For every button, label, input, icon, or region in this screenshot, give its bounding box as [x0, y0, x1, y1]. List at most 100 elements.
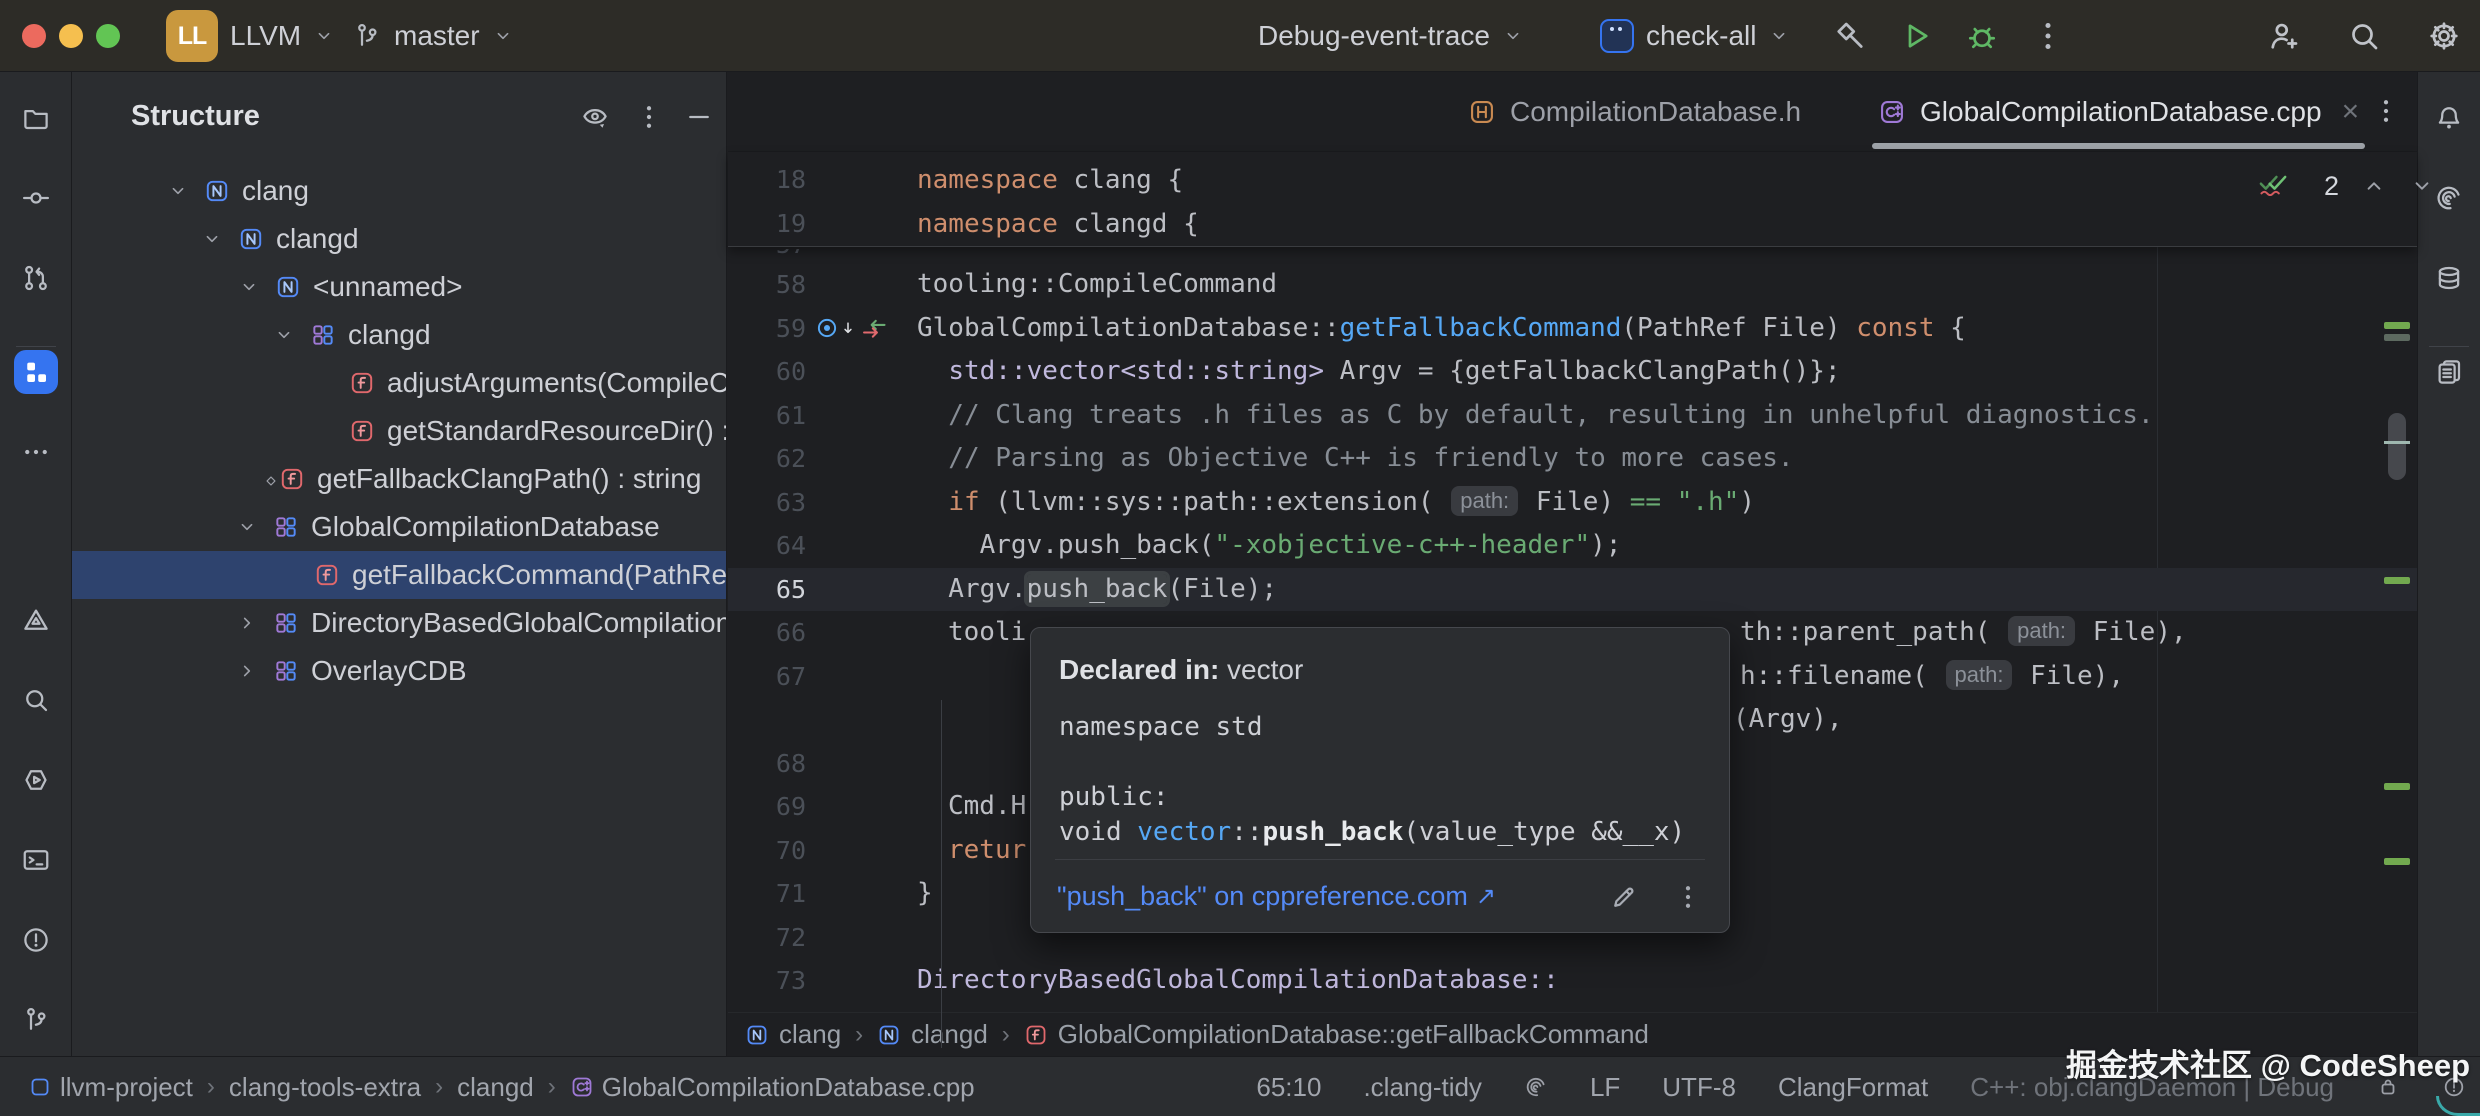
code-line[interactable]: 61 // Clang treats .h files as C by defa…	[728, 394, 2417, 438]
more-tools[interactable]	[14, 430, 58, 474]
popup-more-icon[interactable]	[1673, 882, 1703, 912]
tree-item[interactable]: clangd	[72, 311, 726, 359]
code-with-me-button[interactable]	[2266, 18, 2302, 54]
cppreference-link[interactable]: "push_back" on cppreference.com	[1057, 881, 1468, 912]
structure-tool[interactable]	[14, 350, 58, 394]
line-number[interactable]: 64	[746, 524, 806, 568]
chevron-down-icon[interactable]	[238, 276, 260, 298]
build-target-select[interactable]: check-all	[1600, 0, 1790, 72]
caret-position[interactable]: 65:10	[1256, 1072, 1321, 1103]
chevron-down-icon[interactable]	[167, 180, 189, 202]
debug-button[interactable]	[1964, 18, 2000, 54]
problems-tool[interactable]	[14, 918, 58, 962]
tree-item[interactable]: getFallbackClangPath() : string	[72, 455, 726, 503]
tree-item[interactable]: getStandardResourceDir() : string	[72, 407, 726, 455]
tree-item-selected[interactable]: getFallbackCommand(PathRef) const	[72, 551, 726, 599]
line-ending[interactable]: LF	[1590, 1072, 1620, 1103]
line-number[interactable]: 72	[746, 916, 806, 960]
recursive-call-icon[interactable]	[860, 315, 888, 343]
tab-options-icon[interactable]	[2371, 96, 2401, 126]
project-widget[interactable]: LL LLVM	[166, 0, 335, 72]
documentation-tool[interactable]	[2427, 350, 2471, 394]
code-line[interactable]: 64 Argv.push_back("-xobjective-c++-heade…	[728, 524, 2417, 568]
project-tool[interactable]	[14, 96, 58, 140]
line-number[interactable]: 70	[746, 829, 806, 873]
panel-options-icon[interactable]	[634, 102, 664, 132]
pull-requests-tool[interactable]	[14, 256, 58, 300]
run-configuration-select[interactable]: Debug-event-trace	[1258, 0, 1524, 72]
line-number[interactable]: 60	[746, 350, 806, 394]
tree-item[interactable]: <unnamed>	[72, 263, 726, 311]
services-tool[interactable]	[14, 758, 58, 802]
search-everywhere-button[interactable]	[2346, 18, 2382, 54]
tree-item[interactable]: clangd	[72, 215, 726, 263]
code-line[interactable]: 18namespace clang {	[728, 158, 2417, 202]
formatter-status[interactable]: ClangFormat	[1778, 1072, 1928, 1103]
line-number[interactable]: 71	[746, 872, 806, 916]
tree-item[interactable]: GlobalCompilationDatabase	[72, 503, 726, 551]
database-tool[interactable]	[2427, 256, 2471, 300]
code-line[interactable]: 59GlobalCompilationDatabase::getFallback…	[728, 307, 2417, 351]
build-tool[interactable]	[14, 598, 58, 642]
chevron-right-icon[interactable]	[236, 612, 258, 634]
maximize-window-button[interactable]	[96, 24, 120, 48]
code-line[interactable]: 65 Argv.push_back(File);	[728, 568, 2417, 612]
branch-widget[interactable]: master	[352, 0, 514, 72]
code-line[interactable]: 63 if (llvm::sys::path::extension( path:…	[728, 481, 2417, 525]
tab-compilationdatabase-h[interactable]: CompilationDatabase.h	[1468, 72, 1801, 152]
code-line[interactable]: 58tooling::CompileCommand	[728, 263, 2417, 307]
hide-panel-icon[interactable]	[684, 102, 714, 132]
line-number[interactable]: 59	[746, 307, 806, 351]
encoding[interactable]: UTF-8	[1662, 1072, 1736, 1103]
line-number[interactable]: 65	[746, 568, 806, 612]
line-number[interactable]: 18	[746, 158, 806, 202]
line-number[interactable]: 68	[746, 742, 806, 786]
chevron-down-icon[interactable]	[236, 516, 258, 538]
status-path-item[interactable]: GlobalCompilationDatabase.cpp	[570, 1072, 975, 1103]
more-actions-button[interactable]	[2030, 18, 2066, 54]
breadcrumb-item[interactable]: clangd	[911, 1019, 988, 1050]
code-line[interactable]: 62 // Parsing as Objective C++ is friend…	[728, 437, 2417, 481]
line-number[interactable]: 19	[746, 202, 806, 246]
terminal-tool[interactable]	[14, 838, 58, 882]
scrollbar-thumb[interactable]	[2388, 413, 2406, 480]
notifications-tool[interactable]	[2427, 96, 2471, 140]
run-button[interactable]	[1898, 18, 1934, 54]
code-line[interactable]: 19namespace clangd {	[728, 202, 2417, 246]
ai-status[interactable]	[1524, 1075, 1548, 1099]
close-window-button[interactable]	[22, 24, 46, 48]
status-path-item[interactable]: clangd	[457, 1072, 534, 1103]
line-number[interactable]: 63	[746, 481, 806, 525]
line-number[interactable]: 69	[746, 785, 806, 829]
build-button[interactable]	[1832, 18, 1868, 54]
tab-globalcompilationdatabase-cpp[interactable]: GlobalCompilationDatabase.cpp×	[1878, 72, 2359, 152]
settings-button[interactable]	[2426, 18, 2462, 54]
find-tool[interactable]	[14, 678, 58, 722]
next-problem-icon[interactable]	[2409, 173, 2435, 199]
previous-problem-icon[interactable]	[2361, 173, 2387, 199]
breadcrumb-item[interactable]: clang	[779, 1019, 841, 1050]
inspections-widget[interactable]: 2	[2258, 168, 2435, 204]
chevron-down-icon[interactable]	[273, 324, 295, 346]
implements-arrow-icon[interactable]	[838, 319, 858, 339]
line-number[interactable]: 61	[746, 394, 806, 438]
commit-tool[interactable]	[14, 176, 58, 220]
minimize-window-button[interactable]	[59, 24, 83, 48]
view-options-icon[interactable]	[580, 102, 610, 132]
chevron-down-icon[interactable]	[201, 228, 223, 250]
tree-item[interactable]: clang	[72, 167, 726, 215]
status-path-item[interactable]: llvm-project	[28, 1072, 193, 1103]
line-number[interactable]: 73	[746, 959, 806, 1003]
status-path-item[interactable]: clang-tools-extra	[229, 1072, 421, 1103]
tree-item[interactable]: DirectoryBasedGlobalCompilationDataba	[72, 599, 726, 647]
chevron-right-icon[interactable]	[236, 660, 258, 682]
line-number[interactable]: 67	[746, 655, 806, 699]
git-tool[interactable]	[14, 998, 58, 1042]
line-number[interactable]: 66	[746, 611, 806, 655]
tree-item[interactable]: OverlayCDB	[72, 647, 726, 695]
close-icon[interactable]: ×	[2342, 95, 2360, 129]
code-line[interactable]: 73DirectoryBasedGlobalCompilationDatabas…	[728, 959, 2417, 1003]
tree-item[interactable]: adjustArguments(CompileComman	[72, 359, 726, 407]
line-number[interactable]: 62	[746, 437, 806, 481]
overridden-marker-icon[interactable]	[814, 315, 840, 341]
